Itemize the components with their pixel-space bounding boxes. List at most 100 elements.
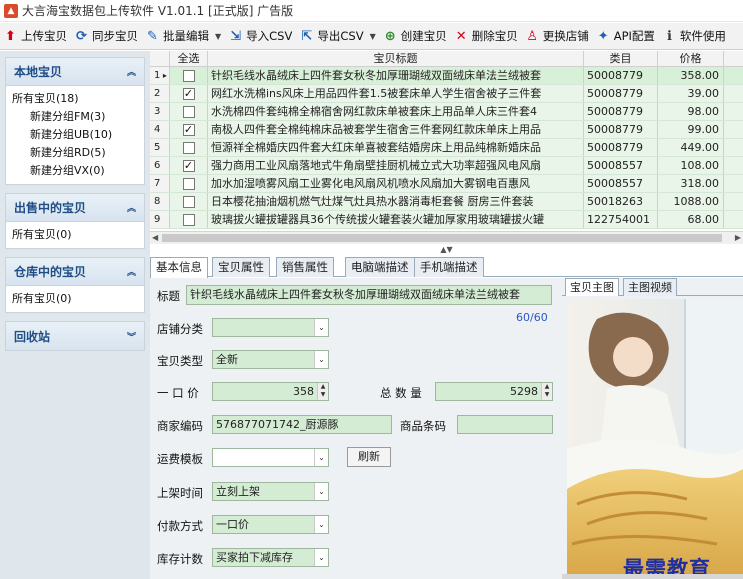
toolbar-button-5[interactable]: ⊕ 创建宝贝 bbox=[380, 24, 451, 49]
row-checkbox[interactable]: ✓ bbox=[182, 123, 195, 136]
tab-image-0[interactable]: 宝贝主图 bbox=[565, 278, 619, 296]
toolbar-button-0[interactable]: ⬆ 上传宝贝 bbox=[0, 24, 71, 49]
shop-category-select[interactable]: ⌄ bbox=[212, 318, 329, 337]
category-cell[interactable]: 50008779 bbox=[584, 139, 658, 156]
category-cell[interactable]: 50008779 bbox=[584, 67, 658, 84]
price-cell[interactable]: 358.00 bbox=[658, 67, 724, 84]
sidebar-group-header[interactable]: 出售中的宝贝 ︽ bbox=[6, 194, 144, 222]
table-row[interactable]: 2 ✓ 网红水洗棉ins风床上用品四件套1.5被套床单人学生宿舍被子三件套 50008… bbox=[150, 85, 743, 103]
sidebar-item[interactable]: 新建分组FM(3) bbox=[12, 108, 138, 126]
sidebar-item[interactable]: 新建分组UB(10) bbox=[12, 126, 138, 144]
price-cell[interactable]: 449.00 bbox=[658, 139, 724, 156]
tab-image-1[interactable]: 主图视频 bbox=[623, 278, 677, 296]
toolbar-button-4[interactable]: ⇱ 导出CSV ▼ bbox=[296, 24, 379, 49]
scrollbar-thumb[interactable] bbox=[162, 234, 722, 242]
toolbar-button-3[interactable]: ⇲ 导入CSV bbox=[225, 24, 296, 49]
sidebar-item[interactable]: 所有宝贝(0) bbox=[12, 290, 138, 308]
payment-method-select[interactable]: 一口价 ⌄ bbox=[212, 515, 329, 534]
price-cell[interactable]: 98.00 bbox=[658, 103, 724, 120]
price-cell[interactable]: 68.00 bbox=[658, 211, 724, 228]
stock-count-select[interactable]: 买家拍下减库存 ⌄ bbox=[212, 548, 329, 567]
dropdown-arrow-icon[interactable]: ▼ bbox=[370, 32, 376, 41]
table-row[interactable]: 3 水洗棉四件套纯棉全棉宿舍网红款床单被套床上用品单人床三件套4 50008779 9… bbox=[150, 103, 743, 121]
category-cell[interactable]: 50008779 bbox=[584, 85, 658, 102]
dropdown-arrow-icon[interactable]: ▼ bbox=[215, 32, 221, 41]
row-checkbox[interactable] bbox=[182, 195, 195, 208]
toolbar-button-1[interactable]: ⟳ 同步宝贝 bbox=[71, 24, 142, 49]
chevron-down-icon[interactable]: ⌄ bbox=[314, 516, 328, 533]
price-cell[interactable]: 108.00 bbox=[658, 157, 724, 174]
title-cell[interactable]: 日本樱花抽油烟机燃气灶煤气灶具热水器消毒柜套餐 厨房三件套装 bbox=[208, 193, 584, 210]
tab-detail-2[interactable]: 销售属性 bbox=[276, 257, 334, 277]
table-row[interactable]: 8 日本樱花抽油烟机燃气灶煤气灶具热水器消毒柜套餐 厨房三件套装 50018263 1… bbox=[150, 193, 743, 211]
chevron-down-icon[interactable]: ⌄ bbox=[314, 483, 328, 500]
quantity-input[interactable]: 5298 ▲ ▼ bbox=[435, 382, 553, 401]
main-product-image[interactable]: 最需教育 bbox=[567, 299, 743, 574]
chevron-down-icon[interactable]: ⌄ bbox=[314, 449, 328, 466]
sidebar-group-header[interactable]: 本地宝贝 ︽ bbox=[6, 58, 144, 86]
row-checkbox[interactable] bbox=[182, 141, 195, 154]
table-row[interactable]: 5 恒源祥全棉婚庆四件套大红床单喜被套结婚房床上用品纯棉新婚床品 50008779 4… bbox=[150, 139, 743, 157]
tab-detail-0[interactable]: 基本信息 bbox=[150, 257, 208, 278]
sidebar-group-header[interactable]: 回收站 ︾ bbox=[6, 322, 144, 350]
title-cell[interactable]: 强力商用工业风扇落地式牛角扇壁挂厨机械立式大功率超强风电风扇 bbox=[208, 157, 584, 174]
sidebar-item[interactable]: 新建分组VX(0) bbox=[12, 162, 138, 180]
expand-icon[interactable]: ︾ bbox=[127, 330, 136, 343]
horizontal-scrollbar[interactable]: ◀ ▶ bbox=[150, 231, 743, 244]
tab-detail-4[interactable]: 手机端描述 bbox=[414, 257, 484, 277]
title-column-header[interactable]: 宝贝标题 bbox=[208, 51, 584, 66]
tab-detail-1[interactable]: 宝贝属性 bbox=[212, 257, 270, 277]
title-cell[interactable]: 针织毛线水晶绒床上四件套女秋冬加厚珊瑚绒双面绒床单法兰绒被套 bbox=[208, 67, 584, 84]
chevron-down-icon[interactable]: ⌄ bbox=[314, 549, 328, 566]
category-cell[interactable]: 50008779 bbox=[584, 121, 658, 138]
merchant-code-input[interactable]: 576877071742_厨源豚 bbox=[212, 415, 392, 434]
sidebar-item[interactable]: 所有宝贝(18) bbox=[12, 90, 138, 108]
collapse-icon[interactable]: ︽ bbox=[127, 201, 136, 214]
table-row[interactable]: 4 ✓ 南极人四件套全棉纯棉床品被套学生宿舍三件套网红款床单床上用品 50008779… bbox=[150, 121, 743, 139]
row-checkbox[interactable]: ✓ bbox=[182, 159, 195, 172]
category-cell[interactable]: 122754001 bbox=[584, 211, 658, 228]
collapse-icon[interactable]: ︽ bbox=[127, 265, 136, 278]
category-cell[interactable]: 50008557 bbox=[584, 157, 658, 174]
table-row[interactable]: 1 ▸ 针织毛线水晶绒床上四件套女秋冬加厚珊瑚绒双面绒床单法兰绒被套 5000877… bbox=[150, 67, 743, 85]
row-checkbox[interactable] bbox=[182, 69, 195, 82]
title-cell[interactable]: 南极人四件套全棉纯棉床品被套学生宿舍三件套网红款床单床上用品 bbox=[208, 121, 584, 138]
toolbar-button-9[interactable]: ℹ 软件使用 bbox=[659, 24, 730, 49]
sidebar-item[interactable]: 所有宝贝(0) bbox=[12, 226, 138, 244]
price-cell[interactable]: 318.00 bbox=[658, 175, 724, 192]
title-field[interactable]: 针织毛线水晶绒床上四件套女秋冬加厚珊瑚绒双面绒床单法兰绒被套 bbox=[186, 285, 552, 305]
title-cell[interactable]: 水洗棉四件套纯棉全棉宿舍网红款床单被套床上用品单人床三件套4 bbox=[208, 103, 584, 120]
table-row[interactable]: 7 加水加湿喷雾风扇工业雾化电风扇风机喷水风扇加大雾钢电百惠风 50008557 31… bbox=[150, 175, 743, 193]
chevron-down-icon[interactable]: ⌄ bbox=[314, 351, 328, 368]
category-cell[interactable]: 50008779 bbox=[584, 103, 658, 120]
category-cell[interactable]: 50018263 bbox=[584, 193, 658, 210]
price-cell[interactable]: 39.00 bbox=[658, 85, 724, 102]
quantity-spinner-icon[interactable]: ▲ ▼ bbox=[541, 383, 552, 400]
select-all-header[interactable]: 全选 bbox=[170, 51, 208, 66]
tab-detail-3[interactable]: 电脑端描述 bbox=[345, 257, 415, 277]
listing-time-select[interactable]: 立刻上架 ⌄ bbox=[212, 482, 329, 501]
sidebar-item[interactable]: 新建分组RD(5) bbox=[12, 144, 138, 162]
toolbar-button-2[interactable]: ✎ 批量编辑 ▼ bbox=[142, 24, 225, 49]
price-spinner-icon[interactable]: ▲ ▼ bbox=[317, 383, 328, 400]
title-cell[interactable]: 玻璃拔火罐拔罐器具36个传统拔火罐套装火罐加厚家用玻璃罐拔火罐 bbox=[208, 211, 584, 228]
price-column-header[interactable]: 价格 bbox=[658, 51, 724, 66]
row-checkbox[interactable] bbox=[182, 177, 195, 190]
toolbar-button-8[interactable]: ✦ API配置 bbox=[593, 24, 659, 49]
category-column-header[interactable]: 类目 bbox=[584, 51, 658, 66]
chevron-down-icon[interactable]: ⌄ bbox=[314, 319, 328, 336]
scroll-right-icon[interactable]: ▶ bbox=[735, 233, 741, 242]
price-cell[interactable]: 99.00 bbox=[658, 121, 724, 138]
shipping-template-select[interactable]: ⌄ bbox=[212, 448, 329, 467]
price-input[interactable]: 358 ▲ ▼ bbox=[212, 382, 329, 401]
scroll-left-icon[interactable]: ◀ bbox=[152, 233, 158, 242]
table-row[interactable]: 9 玻璃拔火罐拔罐器具36个传统拔火罐套装火罐加厚家用玻璃罐拔火罐 12275400… bbox=[150, 211, 743, 229]
item-type-select[interactable]: 全新 ⌄ bbox=[212, 350, 329, 369]
price-cell[interactable]: 1088.00 bbox=[658, 193, 724, 210]
title-cell[interactable]: 加水加湿喷雾风扇工业雾化电风扇风机喷水风扇加大雾钢电百惠风 bbox=[208, 175, 584, 192]
row-checkbox[interactable] bbox=[182, 105, 195, 118]
barcode-input[interactable] bbox=[457, 415, 553, 434]
refresh-button[interactable]: 刷新 bbox=[347, 447, 391, 467]
table-row[interactable]: 6 ✓ 强力商用工业风扇落地式牛角扇壁挂厨机械立式大功率超强风电风扇 50008557… bbox=[150, 157, 743, 175]
pane-splitter[interactable]: ▲▼ bbox=[150, 245, 743, 255]
